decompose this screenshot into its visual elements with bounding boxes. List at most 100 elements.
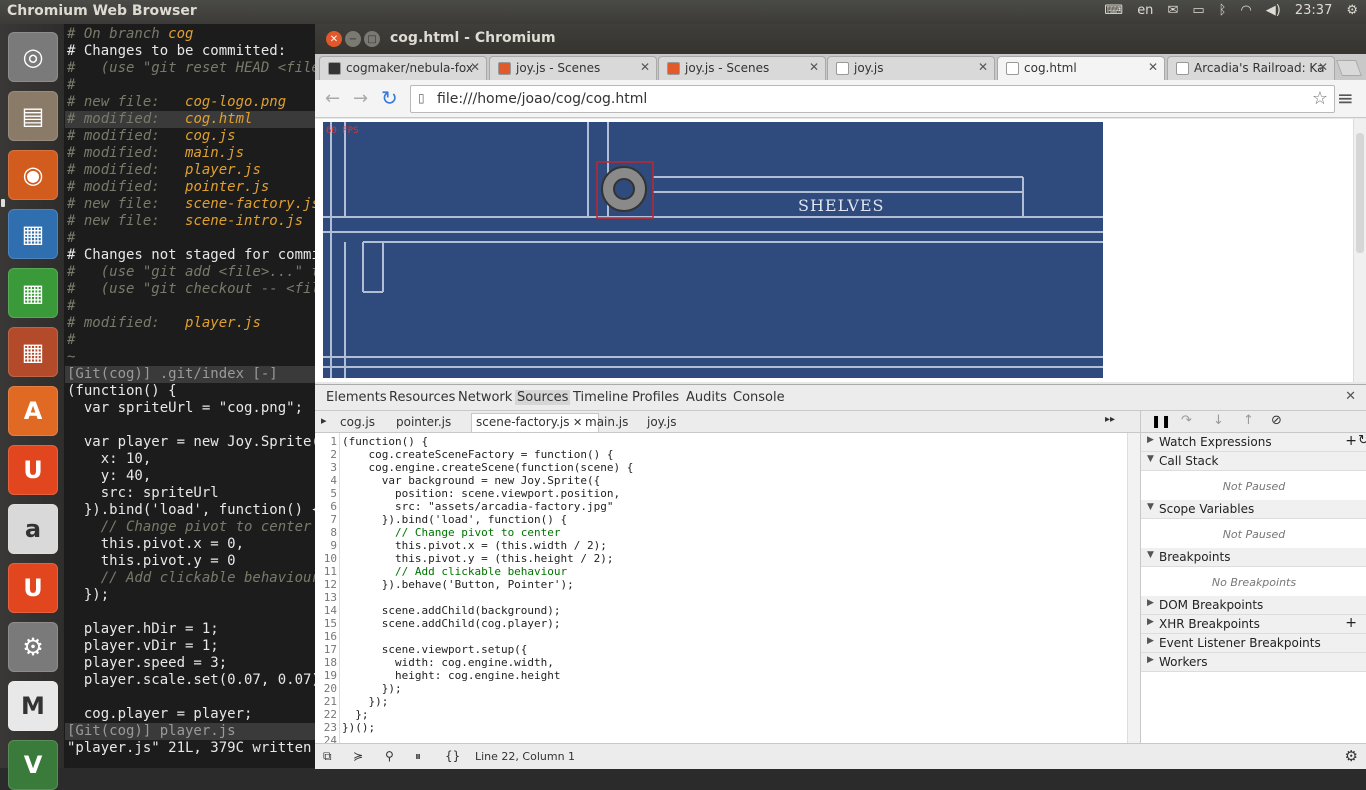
terminal-vim[interactable]: # On branch cog # Changes to be committed… bbox=[65, 24, 315, 768]
sidebar-section-xhr-breakpoints[interactable]: ▶ XHR Breakpoints + bbox=[1141, 615, 1366, 634]
tab-close-icon[interactable]: ✕ bbox=[978, 60, 988, 74]
line-number[interactable]: 18 bbox=[315, 656, 337, 669]
console-drawer-icon[interactable]: ≽ bbox=[353, 749, 363, 763]
line-number[interactable]: 16 bbox=[315, 630, 337, 643]
game-canvas[interactable]: 60 FPS SHELVES bbox=[323, 122, 1103, 378]
address-bar[interactable]: ▯ file:///home/joao/cog/cog.html ☆ bbox=[410, 85, 1335, 113]
launcher-software-center-icon[interactable]: A bbox=[8, 386, 58, 436]
devtools-tab-sources[interactable]: Sources bbox=[515, 390, 571, 405]
step-into-icon[interactable]: ↓ bbox=[1213, 413, 1224, 428]
tab-close-icon[interactable]: ✕ bbox=[1148, 60, 1158, 74]
add-icon[interactable]: + bbox=[1345, 433, 1357, 449]
launcher-libreoffice-impress-icon[interactable]: ▦ bbox=[8, 327, 58, 377]
back-arrow-icon[interactable]: ← bbox=[325, 88, 340, 109]
menu-icon[interactable]: ≡ bbox=[1337, 86, 1354, 110]
sidebar-section-scope-variables[interactable]: ▼ Scope Variables bbox=[1141, 500, 1366, 519]
tab-close-icon[interactable]: ✕ bbox=[640, 60, 650, 74]
launcher-libreoffice-writer-icon[interactable]: ▦ bbox=[8, 209, 58, 259]
step-out-icon[interactable]: ↑ bbox=[1243, 413, 1254, 428]
tab-close-icon[interactable]: ✕ bbox=[1318, 60, 1328, 74]
clock[interactable]: 23:37 bbox=[1295, 3, 1332, 18]
browser-tab[interactable]: cog.html ✕ bbox=[997, 56, 1165, 80]
refresh-icon[interactable]: ↻ bbox=[1358, 433, 1366, 448]
devtools-tab-audits[interactable]: Audits bbox=[686, 390, 727, 405]
browser-tab[interactable]: joy.js ✕ bbox=[827, 56, 995, 80]
source-file-tab[interactable]: pointer.js bbox=[396, 415, 451, 429]
sidebar-section-workers[interactable]: ▶ Workers bbox=[1141, 653, 1366, 672]
line-number[interactable]: 5 bbox=[315, 487, 337, 500]
line-number[interactable]: 3 bbox=[315, 461, 337, 474]
tab-close-icon[interactable]: ✕ bbox=[470, 60, 480, 74]
mail-icon[interactable]: ✉ bbox=[1167, 3, 1178, 18]
line-number[interactable]: 2 bbox=[315, 448, 337, 461]
page-scrollbar[interactable] bbox=[1353, 119, 1366, 382]
pretty-print-icon[interactable]: {} bbox=[445, 749, 460, 763]
sidebar-section-call-stack[interactable]: ▼ Call Stack bbox=[1141, 452, 1366, 471]
bluetooth-icon[interactable]: ᛒ bbox=[1219, 3, 1227, 18]
sidebar-section-watch-expressions[interactable]: ▶ Watch Expressions + ↻ bbox=[1141, 433, 1366, 452]
devtools-tab-network[interactable]: Network bbox=[458, 390, 512, 405]
deactivate-breakpoints-icon[interactable]: ⊘ bbox=[1271, 413, 1282, 428]
launcher-ubuntu-one-music-icon[interactable]: U bbox=[8, 563, 58, 613]
line-number[interactable]: 22 bbox=[315, 708, 337, 721]
show-navigator-icon[interactable]: ▸ bbox=[321, 414, 327, 427]
line-number[interactable]: 11 bbox=[315, 565, 337, 578]
browser-tab[interactable]: cogmaker/nebula-fox ✕ bbox=[319, 56, 487, 80]
source-file-tab[interactable]: scene-factory.js ✕ bbox=[471, 413, 600, 432]
launcher-amazon-icon[interactable]: a bbox=[8, 504, 58, 554]
launcher-ubuntu-one-icon[interactable]: U bbox=[8, 445, 58, 495]
line-number[interactable]: 12 bbox=[315, 578, 337, 591]
line-number[interactable]: 15 bbox=[315, 617, 337, 630]
browser-tab[interactable]: joy.js - Scenes ✕ bbox=[658, 56, 826, 80]
line-number[interactable]: 20 bbox=[315, 682, 337, 695]
line-number[interactable]: 21 bbox=[315, 695, 337, 708]
line-number[interactable]: 14 bbox=[315, 604, 337, 617]
devtools-tab-elements[interactable]: Elements bbox=[326, 390, 387, 405]
sidebar-section-dom-breakpoints[interactable]: ▶ DOM Breakpoints bbox=[1141, 596, 1366, 615]
launcher-libreoffice-calc-icon[interactable]: ▦ bbox=[8, 268, 58, 318]
pause-icon[interactable]: ❚❚ bbox=[1151, 414, 1171, 428]
line-number[interactable]: 6 bbox=[315, 500, 337, 513]
close-window-button[interactable]: ✕ bbox=[326, 31, 342, 47]
line-number[interactable]: 9 bbox=[315, 539, 337, 552]
sidebar-section-event-listener-breakpoints[interactable]: ▶ Event Listener Breakpoints bbox=[1141, 634, 1366, 653]
launcher-firefox-icon[interactable]: ◉ bbox=[8, 150, 58, 200]
code-editor[interactable]: 1 (function() {2 cog.createSceneFactory =… bbox=[315, 433, 1140, 747]
browser-tab[interactable]: joy.js - Scenes ✕ bbox=[489, 56, 657, 80]
wifi-icon[interactable]: ◠ bbox=[1240, 3, 1251, 18]
source-file-tab[interactable]: cog.js bbox=[340, 415, 375, 429]
devtools-tab-timeline[interactable]: Timeline bbox=[573, 390, 628, 405]
power-gear-icon[interactable]: ⚙ bbox=[1346, 3, 1358, 18]
launcher-system-settings-icon[interactable]: ⚙ bbox=[8, 622, 58, 672]
launcher-files-icon[interactable]: ▤ bbox=[8, 91, 58, 141]
source-file-tab[interactable]: joy.js bbox=[647, 415, 676, 429]
devtools-tab-console[interactable]: Console bbox=[733, 390, 785, 405]
browser-tab[interactable]: Arcadia's Railroad: Ka ✕ bbox=[1167, 56, 1335, 80]
dock-icon[interactable]: ⧉ bbox=[323, 749, 332, 764]
maximize-window-button[interactable]: □ bbox=[364, 31, 380, 47]
toggle-debugger-icon[interactable]: ▸▸ bbox=[1105, 414, 1115, 425]
sidebar-section-breakpoints[interactable]: ▼ Breakpoints bbox=[1141, 548, 1366, 567]
keyboard-layout-label[interactable]: en bbox=[1137, 3, 1153, 18]
add-icon[interactable]: + bbox=[1345, 615, 1357, 631]
new-tab-button[interactable] bbox=[1336, 60, 1362, 76]
keyboard-icon[interactable]: ⌨ bbox=[1104, 3, 1123, 18]
devtools-tab-resources[interactable]: Resources bbox=[389, 390, 455, 405]
launcher-vim-icon[interactable]: V bbox=[8, 740, 58, 790]
minimize-window-button[interactable]: − bbox=[345, 31, 361, 47]
line-number[interactable]: 23 bbox=[315, 721, 337, 734]
line-number[interactable]: 7 bbox=[315, 513, 337, 526]
tab-close-icon[interactable]: ✕ bbox=[809, 60, 819, 74]
reload-icon[interactable]: ↻ bbox=[381, 86, 398, 110]
settings-gear-icon[interactable]: ⚙ bbox=[1345, 747, 1358, 765]
devtools-tab-profiles[interactable]: Profiles bbox=[632, 390, 679, 405]
close-devtools-icon[interactable]: ✕ bbox=[1345, 389, 1356, 404]
line-number[interactable]: 4 bbox=[315, 474, 337, 487]
launcher-ubuntu-dash-icon[interactable]: ◎ bbox=[8, 32, 58, 82]
line-number[interactable]: 13 bbox=[315, 591, 337, 604]
volume-icon[interactable]: ◀) bbox=[1266, 3, 1281, 18]
line-number[interactable]: 17 bbox=[315, 643, 337, 656]
code-scrollbar[interactable] bbox=[1127, 433, 1140, 743]
line-number[interactable]: 8 bbox=[315, 526, 337, 539]
source-file-tab[interactable]: main.js bbox=[585, 415, 628, 429]
